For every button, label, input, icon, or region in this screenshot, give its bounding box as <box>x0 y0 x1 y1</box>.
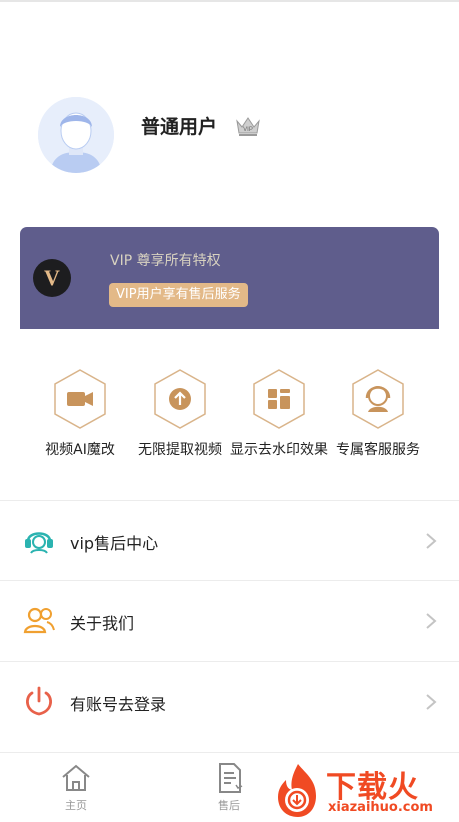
feature-label: 显示去水印效果 <box>230 442 328 458</box>
vip-logo-icon: V <box>33 259 71 297</box>
grid-apps-icon <box>253 369 305 429</box>
menu-item-vip-service[interactable]: vip售后中心 <box>0 501 459 580</box>
vip-badge: VIP用户享有售后服务 <box>109 283 248 307</box>
watermark: 下载火 xiazaihuo.com <box>270 760 459 821</box>
vip-crown-icon: VIP <box>236 117 260 136</box>
menu-label: vip售后中心 <box>70 534 159 553</box>
tab-home[interactable]: 主页 <box>46 761 106 813</box>
tab-label: 售后 <box>218 799 240 812</box>
chevron-right-icon <box>426 533 437 549</box>
document-icon <box>219 763 243 793</box>
flame-logo-icon <box>278 764 316 817</box>
feature-label: 专属客服服务 <box>336 442 420 458</box>
vip-card[interactable]: V VIP 尊享所有特权 VIP用户享有售后服务 <box>20 227 439 329</box>
feature-label: 无限提取视频 <box>138 442 222 458</box>
customer-service-icon <box>352 369 404 429</box>
feature-video-ai[interactable]: 视频AI魔改 <box>30 368 130 460</box>
menu-label: 有账号去登录 <box>70 695 167 714</box>
tab-label: 主页 <box>65 799 87 812</box>
feature-customer-service[interactable]: 专属客服服务 <box>328 368 428 460</box>
upload-arrow-icon <box>154 369 206 429</box>
watermark-url: xiazaihuo.com <box>328 800 433 815</box>
menu-item-login[interactable]: 有账号去登录 <box>0 662 459 741</box>
chevron-right-icon <box>426 694 437 710</box>
top-border <box>0 0 459 2</box>
video-camera-icon <box>54 369 106 429</box>
username: 普通用户 <box>141 116 218 138</box>
menu-label: 关于我们 <box>70 614 135 633</box>
svg-text:VIP: VIP <box>243 127 253 133</box>
headset-icon <box>25 532 53 554</box>
feature-remove-watermark[interactable]: 显示去水印效果 <box>229 368 329 460</box>
home-icon <box>62 764 90 791</box>
users-icon <box>23 607 55 634</box>
tab-after-sales[interactable]: 售后 <box>199 761 259 813</box>
vip-title: VIP 尊享所有特权 <box>110 253 221 269</box>
feature-label: 视频AI魔改 <box>45 442 115 458</box>
chevron-right-icon <box>426 613 437 629</box>
menu-item-about-us[interactable]: 关于我们 <box>0 581 459 660</box>
avatar-person-icon <box>38 97 114 173</box>
avatar[interactable] <box>38 97 114 173</box>
vip-logo-letter: V <box>44 265 60 290</box>
power-icon <box>26 686 52 716</box>
feature-unlimited-extract[interactable]: 无限提取视频 <box>130 368 230 460</box>
